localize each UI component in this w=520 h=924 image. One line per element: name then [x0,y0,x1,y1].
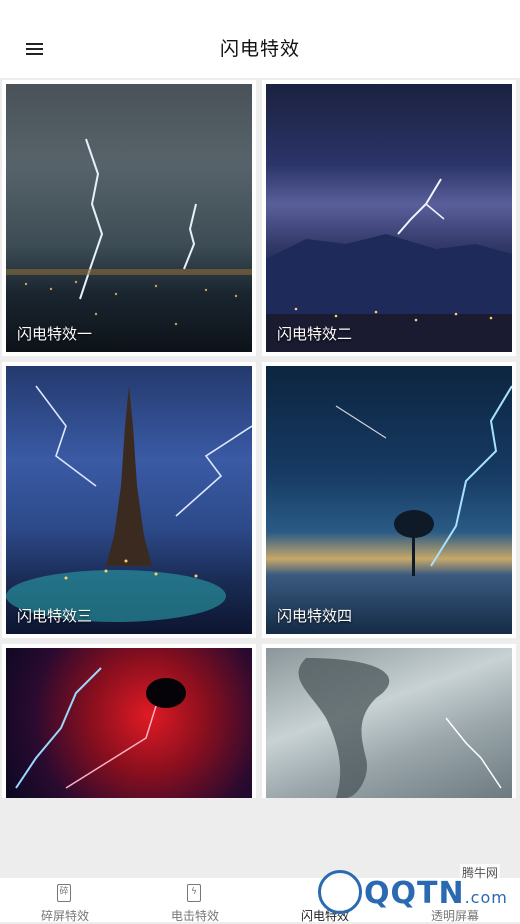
watermark-site-name: 腾牛网 [460,864,501,881]
effect-card-label: 闪电特效一 [17,325,93,343]
effect-thumbnail [266,648,512,798]
effect-card-4[interactable]: 闪电特效四 [262,362,516,638]
effect-thumbnail: 闪电特效二 [266,84,512,352]
lightning-scene-image [298,658,502,798]
effect-card-1[interactable]: 闪电特效一 [2,80,256,356]
effect-thumbnail: 闪电特效三 [6,366,252,634]
phone-bolt-icon: ϟ [187,884,201,902]
lightning-scene-image [6,385,252,622]
lightning-scene-image [335,385,512,576]
effect-thumbnail: 闪电特效一 [6,84,252,352]
nav-item-electric-shock[interactable]: ϟ 电击特效 [130,878,260,923]
effect-card-label: 闪电特效四 [277,607,353,625]
effect-card-6[interactable] [262,644,516,798]
effects-grid: 闪电特效一 闪电特效二 闪电特效三 闪电特效四 [0,78,520,798]
nav-item-screen-crack[interactable]: 碎 碎屏特效 [0,878,130,923]
top-app-bar: 闪电特效 [0,0,520,78]
effect-thumbnail: 闪电特效四 [266,366,512,634]
site-watermark: QQTN.com 腾牛网 [318,864,518,920]
lightning-scene-image [15,667,186,789]
page-title: 闪电特效 [219,38,300,60]
phone-cracked-icon: 碎 [57,884,71,902]
effect-card-2[interactable]: 闪电特效二 [262,80,516,356]
lightning-scene-image [6,138,252,326]
nav-item-label: 电击特效 [170,909,219,923]
effect-card-5[interactable] [2,644,256,798]
effect-card-label: 闪电特效二 [277,325,353,343]
effect-card-label: 闪电特效三 [17,607,93,625]
lightning-scene-image [266,178,512,352]
watermark-brand: QQTN.com [364,876,508,911]
effect-card-3[interactable]: 闪电特效三 [2,362,256,638]
watermark-logo-icon [318,870,362,914]
effect-thumbnail [6,648,252,798]
nav-item-label: 碎屏特效 [40,909,89,923]
